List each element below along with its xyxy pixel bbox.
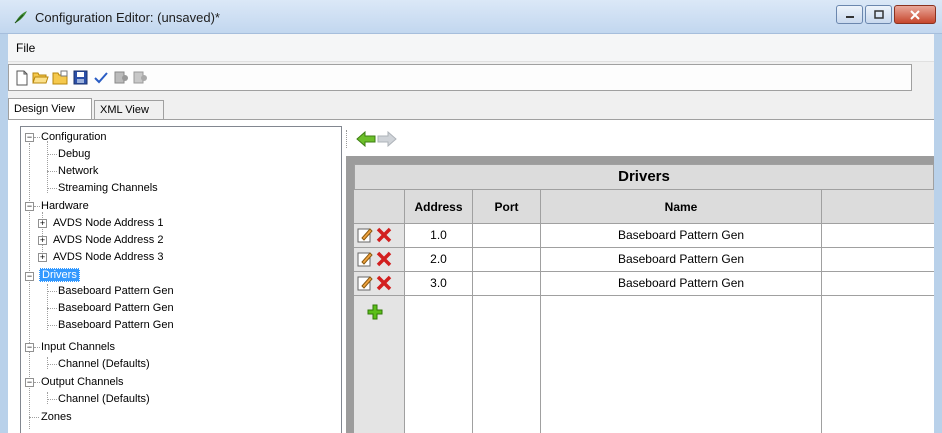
tab-xml-view[interactable]: XML View xyxy=(94,100,164,119)
maximize-icon xyxy=(873,10,884,19)
cell-name[interactable]: Baseboard Pattern Gen xyxy=(541,272,822,296)
client-area: File Design View XML View − Configuratio… xyxy=(8,34,934,433)
tree-node-driver-2[interactable]: Baseboard Pattern Gen xyxy=(58,302,174,314)
tree-node-network[interactable]: Network xyxy=(58,165,98,177)
expander-hardware[interactable]: − xyxy=(25,202,34,211)
header-name[interactable]: Name xyxy=(541,190,822,224)
empty-column xyxy=(405,296,473,433)
expander-input-channels[interactable]: − xyxy=(25,343,34,352)
header-port[interactable]: Port xyxy=(473,190,541,224)
cell-extra xyxy=(822,248,934,272)
expander-output-channels[interactable]: − xyxy=(25,378,34,387)
cell-address[interactable]: 3.0 xyxy=(405,272,473,296)
tree-node-output-channel-defaults[interactable]: Channel (Defaults) xyxy=(58,393,150,405)
edit-icon[interactable] xyxy=(357,275,373,291)
navigation-bar xyxy=(346,126,934,152)
title-bar[interactable]: Configuration Editor: (unsaved)* xyxy=(0,0,942,34)
header-actions xyxy=(354,190,405,224)
edit-icon[interactable] xyxy=(357,227,373,243)
header-address[interactable]: Address xyxy=(405,190,473,224)
delete-icon[interactable] xyxy=(376,227,392,243)
design-view-panel: − Configuration Debug Network Streaming … xyxy=(8,119,934,433)
close-icon xyxy=(910,9,920,20)
edit-icon[interactable] xyxy=(357,251,373,267)
empty-column xyxy=(473,296,541,433)
forward-arrow-icon[interactable] xyxy=(377,131,397,147)
menu-file[interactable]: File xyxy=(16,41,35,55)
tree-node-configuration[interactable]: Configuration xyxy=(41,131,106,143)
config-tree[interactable]: − Configuration Debug Network Streaming … xyxy=(20,126,342,433)
expander-avds-1[interactable]: + xyxy=(38,219,47,228)
new-icon xyxy=(16,70,27,85)
row-actions xyxy=(354,224,405,248)
tree-node-drivers[interactable]: Drivers xyxy=(39,268,80,282)
tree-node-hardware[interactable]: Hardware xyxy=(41,200,89,212)
tree-node-input-channels[interactable]: Input Channels xyxy=(41,341,115,353)
open-folder-icon xyxy=(52,70,68,85)
cell-port[interactable] xyxy=(473,224,541,248)
add-plus-icon[interactable] xyxy=(366,303,384,321)
new-button[interactable] xyxy=(13,69,30,86)
table-row: 1.0 Baseboard Pattern Gen xyxy=(354,224,934,248)
expander-avds-2[interactable]: + xyxy=(38,236,47,245)
tab-design-view[interactable]: Design View xyxy=(8,98,92,120)
menu-bar: File xyxy=(8,34,934,62)
feather-logo-icon xyxy=(14,11,27,24)
validate-check-icon xyxy=(94,72,108,84)
open-folder-button[interactable] xyxy=(52,69,69,86)
validate-button[interactable] xyxy=(92,69,109,86)
tree-node-avds-node-3[interactable]: AVDS Node Address 3 xyxy=(53,251,163,263)
table-row: 3.0 Baseboard Pattern Gen xyxy=(354,272,934,296)
cell-address[interactable]: 2.0 xyxy=(405,248,473,272)
back-arrow-icon[interactable] xyxy=(356,131,376,147)
deploy-icon xyxy=(114,71,128,84)
empty-column xyxy=(822,296,934,433)
cell-extra xyxy=(822,272,934,296)
expander-drivers[interactable]: − xyxy=(25,272,34,281)
tree-node-avds-node-2[interactable]: AVDS Node Address 2 xyxy=(53,234,163,246)
maximize-button[interactable] xyxy=(865,5,892,24)
table-row: 2.0 Baseboard Pattern Gen xyxy=(354,248,934,272)
cell-port[interactable] xyxy=(473,272,541,296)
header-extra xyxy=(822,190,934,224)
cell-address[interactable]: 1.0 xyxy=(405,224,473,248)
open-button[interactable] xyxy=(32,69,49,86)
open-icon xyxy=(32,72,49,84)
row-actions xyxy=(354,272,405,296)
tree-node-streaming-channels[interactable]: Streaming Channels xyxy=(58,182,158,194)
save-icon xyxy=(73,70,88,85)
empty-column xyxy=(541,296,822,433)
close-button[interactable] xyxy=(894,5,936,24)
window-title: Configuration Editor: (unsaved)* xyxy=(35,10,220,25)
grid-title: Drivers xyxy=(354,164,934,190)
expander-configuration[interactable]: − xyxy=(25,133,34,142)
tree-node-driver-1[interactable]: Baseboard Pattern Gen xyxy=(58,285,174,297)
deploy-disabled-button[interactable] xyxy=(131,69,148,86)
delete-icon[interactable] xyxy=(376,275,392,291)
toolbar-grip[interactable] xyxy=(346,130,348,148)
tree-node-zones[interactable]: Zones xyxy=(41,411,72,423)
tree-node-avds-node-1[interactable]: AVDS Node Address 1 xyxy=(53,217,163,229)
cell-extra xyxy=(822,224,934,248)
save-button[interactable] xyxy=(72,69,89,86)
row-actions xyxy=(354,248,405,272)
delete-icon[interactable] xyxy=(376,251,392,267)
cell-name[interactable]: Baseboard Pattern Gen xyxy=(541,248,822,272)
tree-node-debug[interactable]: Debug xyxy=(58,148,90,160)
deploy-button[interactable] xyxy=(112,69,129,86)
cell-name[interactable]: Baseboard Pattern Gen xyxy=(541,224,822,248)
minimize-icon xyxy=(845,15,854,18)
toolbar xyxy=(8,64,912,91)
tree-node-input-channel-defaults[interactable]: Channel (Defaults) xyxy=(58,358,150,370)
minimize-button[interactable] xyxy=(836,5,863,24)
drivers-grid: Drivers Address Port Name 1.0 Baseboard … xyxy=(346,156,934,433)
deploy-disabled-icon xyxy=(133,71,147,84)
cell-port[interactable] xyxy=(473,248,541,272)
tree-node-driver-3[interactable]: Baseboard Pattern Gen xyxy=(58,319,174,331)
grid-header: Address Port Name xyxy=(354,190,934,224)
add-row-cell xyxy=(354,296,405,433)
tree-node-output-channels[interactable]: Output Channels xyxy=(41,376,124,388)
expander-avds-3[interactable]: + xyxy=(38,253,47,262)
